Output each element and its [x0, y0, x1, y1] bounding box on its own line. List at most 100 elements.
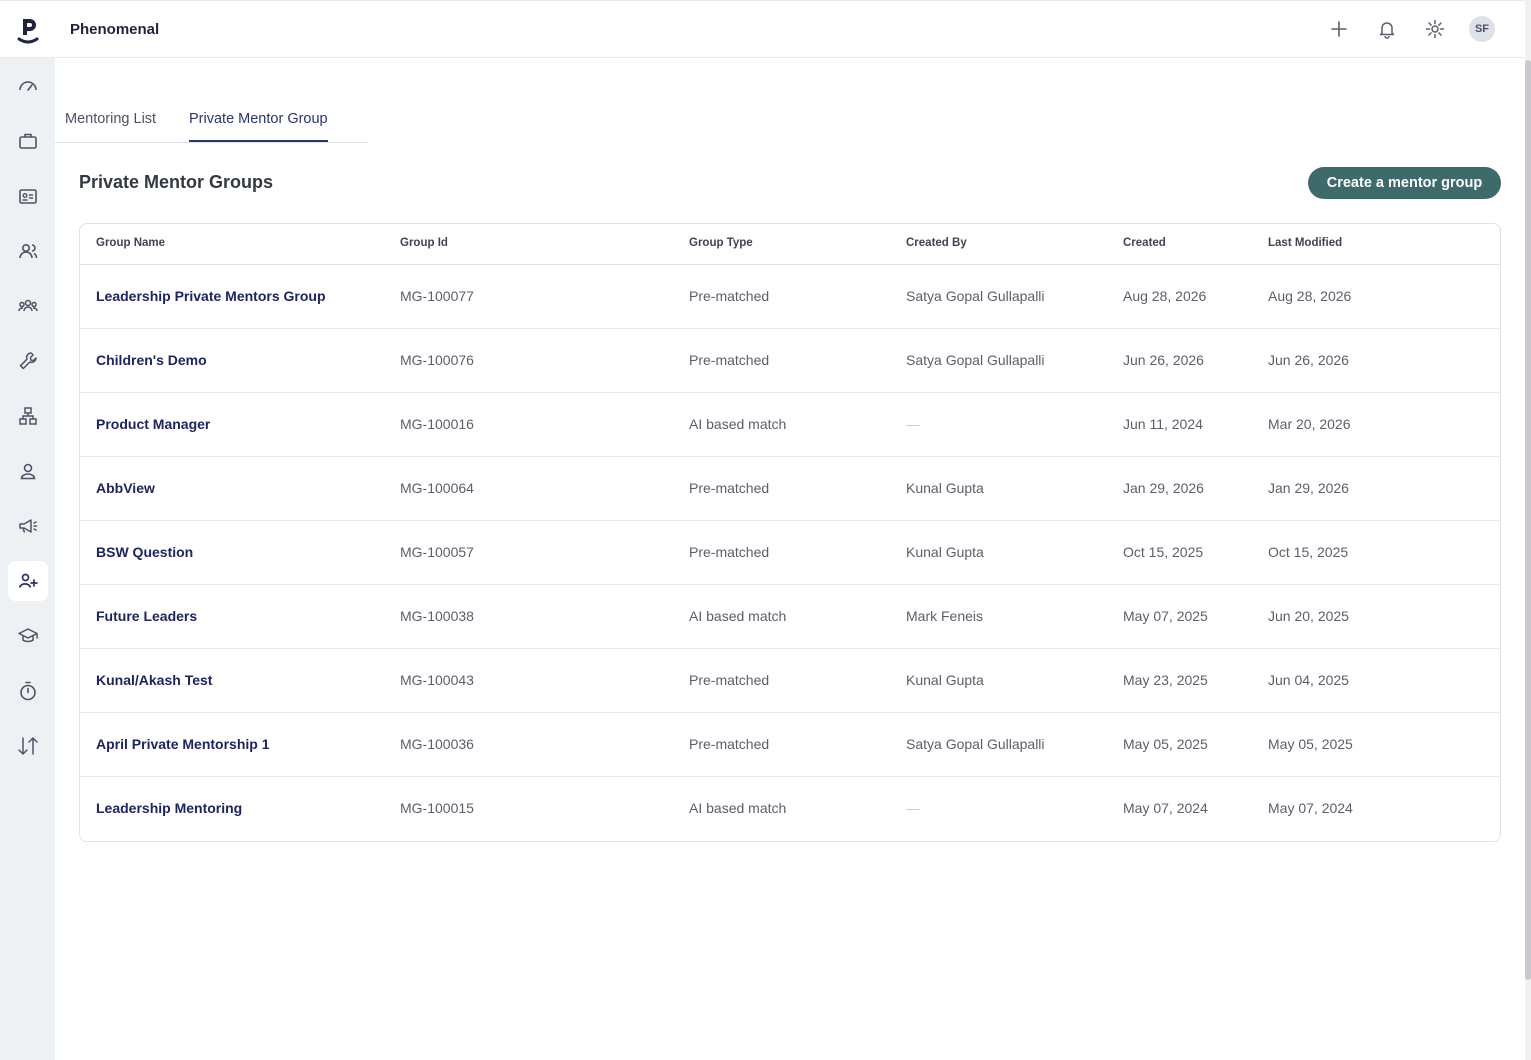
graduation-cap-icon: [18, 628, 38, 643]
tab-private-mentor-group[interactable]: Private Mentor Group: [189, 111, 328, 142]
header-actions: SF: [1325, 15, 1495, 43]
created-by: Satya Gopal Gullapalli: [906, 288, 1045, 304]
group-name-link[interactable]: Future Leaders: [96, 608, 197, 624]
last-modified-date: Jun 20, 2025: [1268, 608, 1349, 624]
group-name-link[interactable]: BSW Question: [96, 544, 193, 560]
tab-mentoring-list[interactable]: Mentoring List: [65, 111, 156, 140]
last-modified-date: Jan 29, 2026: [1268, 480, 1349, 496]
column-header-created[interactable]: Created: [1123, 237, 1166, 249]
sidebar-item-person[interactable]: [8, 451, 48, 491]
group-id: MG-100076: [400, 352, 474, 368]
sidebar-item-timer[interactable]: [8, 671, 48, 711]
created-by: Kunal Gupta: [906, 672, 984, 688]
last-modified-date: Jun 04, 2025: [1268, 672, 1349, 688]
column-header-group-name[interactable]: Group Name: [96, 237, 165, 249]
phenomenal-logo-icon[interactable]: [14, 15, 42, 45]
group-type: Pre-matched: [689, 736, 770, 752]
created-date: Oct 15, 2025: [1123, 544, 1204, 560]
tab-bar: Mentoring List Private Mentor Group: [55, 100, 368, 143]
table-row[interactable]: Leadership Mentoring MG-100015 AI based ma…: [80, 777, 1500, 841]
stopwatch-icon: [20, 681, 36, 701]
created-date: Jan 29, 2026: [1123, 480, 1204, 496]
created-date: Aug 28, 2026: [1123, 288, 1207, 304]
table-row[interactable]: April Private Mentorship 1 MG-100036 Pre-m…: [80, 713, 1500, 777]
group-name-link[interactable]: Kunal/Akash Test: [96, 672, 212, 688]
last-modified-date: Jun 26, 2026: [1268, 352, 1349, 368]
created-by: Satya Gopal Gullapalli: [906, 736, 1045, 752]
wrench-icon: [19, 352, 37, 370]
table-row[interactable]: Leadership Private Mentors Group MG-10007…: [80, 265, 1500, 329]
created-date: Jun 26, 2026: [1123, 352, 1204, 368]
group-name-link[interactable]: Children's Demo: [96, 352, 207, 368]
table-row[interactable]: Kunal/Akash Test MG-100043 Pre-matched Kuna…: [80, 649, 1500, 713]
created-date: May 23, 2025: [1123, 672, 1208, 688]
person-icon: [20, 463, 36, 480]
created-date: May 05, 2025: [1123, 736, 1208, 752]
group-id: MG-100043: [400, 672, 474, 688]
sidebar-item-dashboard[interactable]: [8, 66, 48, 106]
column-header-last-modified[interactable]: Last Modified: [1268, 237, 1342, 249]
table-header: Group Name Group Id Group Type Created B…: [80, 224, 1500, 265]
table-row[interactable]: Children's Demo MG-100076 Pre-matched Satya…: [80, 329, 1500, 393]
id-card-icon: [19, 189, 37, 204]
last-modified-date: Oct 15, 2025: [1268, 544, 1349, 560]
gear-icon[interactable]: [1421, 15, 1449, 43]
page-title: Private Mentor Groups: [79, 172, 274, 192]
create-mentor-group-button[interactable]: Create a mentor group: [1308, 167, 1501, 199]
group-type: Pre-matched: [689, 672, 770, 688]
group-id: MG-100038: [400, 608, 474, 624]
sidebar-item-jobs[interactable]: [8, 121, 48, 161]
user-avatar[interactable]: SF: [1469, 16, 1495, 42]
app-name: Phenomenal: [70, 21, 160, 38]
page-scrollbar[interactable]: [1525, 0, 1531, 1060]
users-icon: [19, 244, 38, 259]
sidebar-item-users[interactable]: [8, 231, 48, 271]
team-icon: [18, 299, 38, 312]
created-by: —: [906, 800, 920, 816]
sidebar-item-tools[interactable]: [8, 341, 48, 381]
top-bar: Phenomenal SF: [0, 0, 1531, 58]
group-name-link[interactable]: Product Manager: [96, 416, 210, 432]
org-chart-icon: [19, 407, 37, 425]
mentor-groups-table: Group Name Group Id Group Type Created B…: [79, 223, 1501, 842]
created-date: May 07, 2024: [1123, 800, 1208, 816]
group-id: MG-100077: [400, 288, 474, 304]
sidebar-item-sort[interactable]: [8, 726, 48, 766]
group-id: MG-100015: [400, 800, 474, 816]
table-row[interactable]: BSW Question MG-100057 Pre-matched Kunal Gu…: [80, 521, 1500, 585]
created-date: Jun 11, 2024: [1123, 416, 1203, 432]
created-by: Kunal Gupta: [906, 480, 984, 496]
table-row[interactable]: Product Manager MG-100016 AI based match — J…: [80, 393, 1500, 457]
sidebar-item-learning[interactable]: [8, 616, 48, 656]
group-type: AI based match: [689, 800, 787, 816]
created-by: Satya Gopal Gullapalli: [906, 352, 1045, 368]
sidebar-item-profiles[interactable]: [8, 176, 48, 216]
group-type: Pre-matched: [689, 544, 770, 560]
bell-icon[interactable]: [1373, 15, 1401, 43]
group-id: MG-100016: [400, 416, 474, 432]
sidebar: [0, 58, 55, 1060]
last-modified-date: Aug 28, 2026: [1268, 288, 1352, 304]
sidebar-item-mentoring[interactable]: [8, 561, 48, 601]
group-type: Pre-matched: [689, 352, 770, 368]
column-header-group-id[interactable]: Group Id: [400, 237, 448, 249]
table-row[interactable]: Future Leaders MG-100038 AI based match Mar…: [80, 585, 1500, 649]
sidebar-item-org[interactable]: [8, 396, 48, 436]
group-name-link[interactable]: Leadership Mentoring: [96, 800, 242, 816]
last-modified-date: May 05, 2025: [1268, 736, 1353, 752]
plus-icon[interactable]: [1325, 15, 1353, 43]
dashboard-icon: [19, 81, 37, 91]
table-row[interactable]: AbbView MG-100064 Pre-matched Kunal Gupta Ja…: [80, 457, 1500, 521]
sidebar-item-campaigns[interactable]: [8, 506, 48, 546]
mentoring-icon: [18, 573, 38, 588]
group-name-link[interactable]: Leadership Private Mentors Group: [96, 288, 326, 304]
group-name-link[interactable]: AbbView: [96, 480, 155, 496]
last-modified-date: Mar 20, 2026: [1268, 416, 1351, 432]
column-header-group-type[interactable]: Group Type: [689, 237, 753, 249]
created-by: Kunal Gupta: [906, 544, 984, 560]
group-id: MG-100057: [400, 544, 474, 560]
group-name-link[interactable]: April Private Mentorship 1: [96, 736, 269, 752]
sidebar-item-teams[interactable]: [8, 286, 48, 326]
scrollbar-thumb[interactable]: [1525, 60, 1531, 980]
column-header-created-by[interactable]: Created By: [906, 237, 967, 249]
